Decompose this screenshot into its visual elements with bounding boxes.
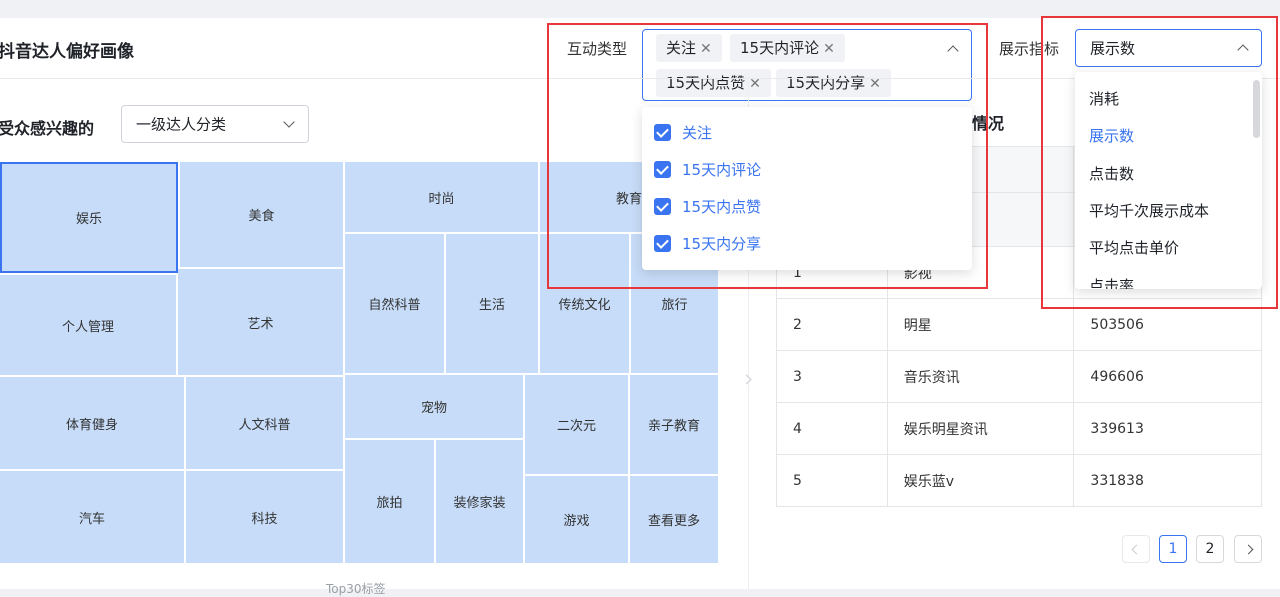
tag-like[interactable]: 15天内点赞 ✕ [656, 69, 771, 97]
treemap-cell[interactable]: 自然科普 [345, 234, 444, 373]
treemap-cell[interactable]: 艺术 [178, 269, 343, 375]
metric-option[interactable]: 消耗 [1089, 88, 1119, 109]
treemap-cell[interactable]: 人文科普 [186, 377, 343, 469]
chevron-up-icon[interactable] [1237, 44, 1249, 56]
metric-select-value: 展示数 [1090, 39, 1136, 58]
treemap-cell[interactable]: 美食 [180, 162, 343, 267]
treemap-cell[interactable]: 娱乐 [0, 162, 178, 273]
treemap-cell[interactable]: 科技 [186, 471, 343, 563]
table-row: 3 音乐资讯 496606 [776, 350, 1262, 403]
page-2-button[interactable]: 2 [1196, 535, 1224, 563]
treemap-cell[interactable]: 传统文化 [540, 234, 629, 373]
top-strip [0, 0, 1280, 18]
interest-treemap: 娱乐 美食 时尚 教育 个人管理 艺术 自然科普 生活 传统文化 旅行 体育健身… [0, 162, 718, 563]
tag-comment[interactable]: 15天内评论 ✕ [730, 34, 845, 62]
treemap-cell[interactable]: 二次元 [525, 375, 628, 474]
page-title: 抖音达人偏好画像 [0, 42, 134, 62]
metric-option[interactable]: 平均千次展示成本 [1089, 200, 1209, 221]
dropdown-scrollbar[interactable] [1253, 80, 1260, 138]
chevron-left-icon [1131, 544, 1141, 554]
checkbox-checked-icon[interactable] [654, 198, 671, 215]
close-icon[interactable]: ✕ [700, 41, 712, 57]
checkbox-checked-icon[interactable] [654, 124, 671, 141]
interaction-type-label: 互动类型 [567, 40, 628, 58]
treemap-cell[interactable]: 装修家装 [436, 440, 523, 563]
table-row: 2 明星 503506 [776, 298, 1262, 351]
treemap-cell[interactable]: 汽车 [0, 471, 184, 563]
metric-label: 展示指标 [999, 40, 1060, 58]
treemap-cell[interactable]: 宠物 [345, 375, 523, 438]
tag-share[interactable]: 15天内分享 ✕ [776, 69, 891, 97]
interaction-type-dropdown: 关注 15天内评论 15天内点赞 15天内分享 [642, 107, 972, 270]
metric-option[interactable]: 平均点击单价 [1089, 237, 1179, 258]
metric-option-selected[interactable]: 展示数 [1089, 125, 1134, 146]
section-title: 受众感兴趣的 [0, 119, 95, 138]
treemap-cell[interactable]: 游戏 [525, 476, 628, 563]
chevron-right-icon [1243, 544, 1253, 554]
category-select-value: 一级达人分类 [136, 115, 227, 134]
chevron-up-icon[interactable] [947, 45, 959, 57]
chevron-down-icon[interactable] [283, 116, 295, 128]
treemap-cell[interactable]: 生活 [446, 234, 538, 373]
treemap-cell[interactable]: 查看更多 [630, 476, 718, 563]
next-page-button[interactable] [1234, 535, 1262, 563]
treemap-cell[interactable]: 个人管理 [0, 275, 176, 375]
tag-follow[interactable]: 关注 ✕ [656, 34, 722, 62]
page-1-button[interactable]: 1 [1159, 535, 1187, 563]
metric-option[interactable]: 点击数 [1089, 163, 1134, 184]
metric-option[interactable]: 点击率 [1089, 275, 1134, 289]
table-row: 5 娱乐蓝v 331838 [776, 454, 1262, 507]
treemap-cell[interactable]: 亲子教育 [630, 375, 718, 474]
right-panel-title: 情况 [972, 114, 1005, 133]
treemap-cell[interactable]: 旅拍 [345, 440, 434, 563]
metric-select[interactable]: 展示数 [1075, 29, 1262, 67]
treemap-cell[interactable]: 体育健身 [0, 377, 184, 469]
checkbox-checked-icon[interactable] [654, 161, 671, 178]
table-row: 4 娱乐明星资讯 339613 [776, 402, 1262, 455]
prev-page-button[interactable] [1122, 535, 1150, 563]
treemap-cell[interactable]: 时尚 [345, 162, 538, 232]
interaction-type-select[interactable]: 关注 ✕ 15天内评论 ✕ 15天内点赞 ✕ 15天内分享 ✕ [642, 29, 972, 101]
close-icon[interactable]: ✕ [823, 41, 835, 57]
metric-dropdown: 消耗 展示数 点击数 平均千次展示成本 平均点击单价 点击率 [1075, 72, 1262, 289]
checkbox-checked-icon[interactable] [654, 235, 671, 252]
category-select[interactable]: 一级达人分类 [121, 105, 309, 143]
